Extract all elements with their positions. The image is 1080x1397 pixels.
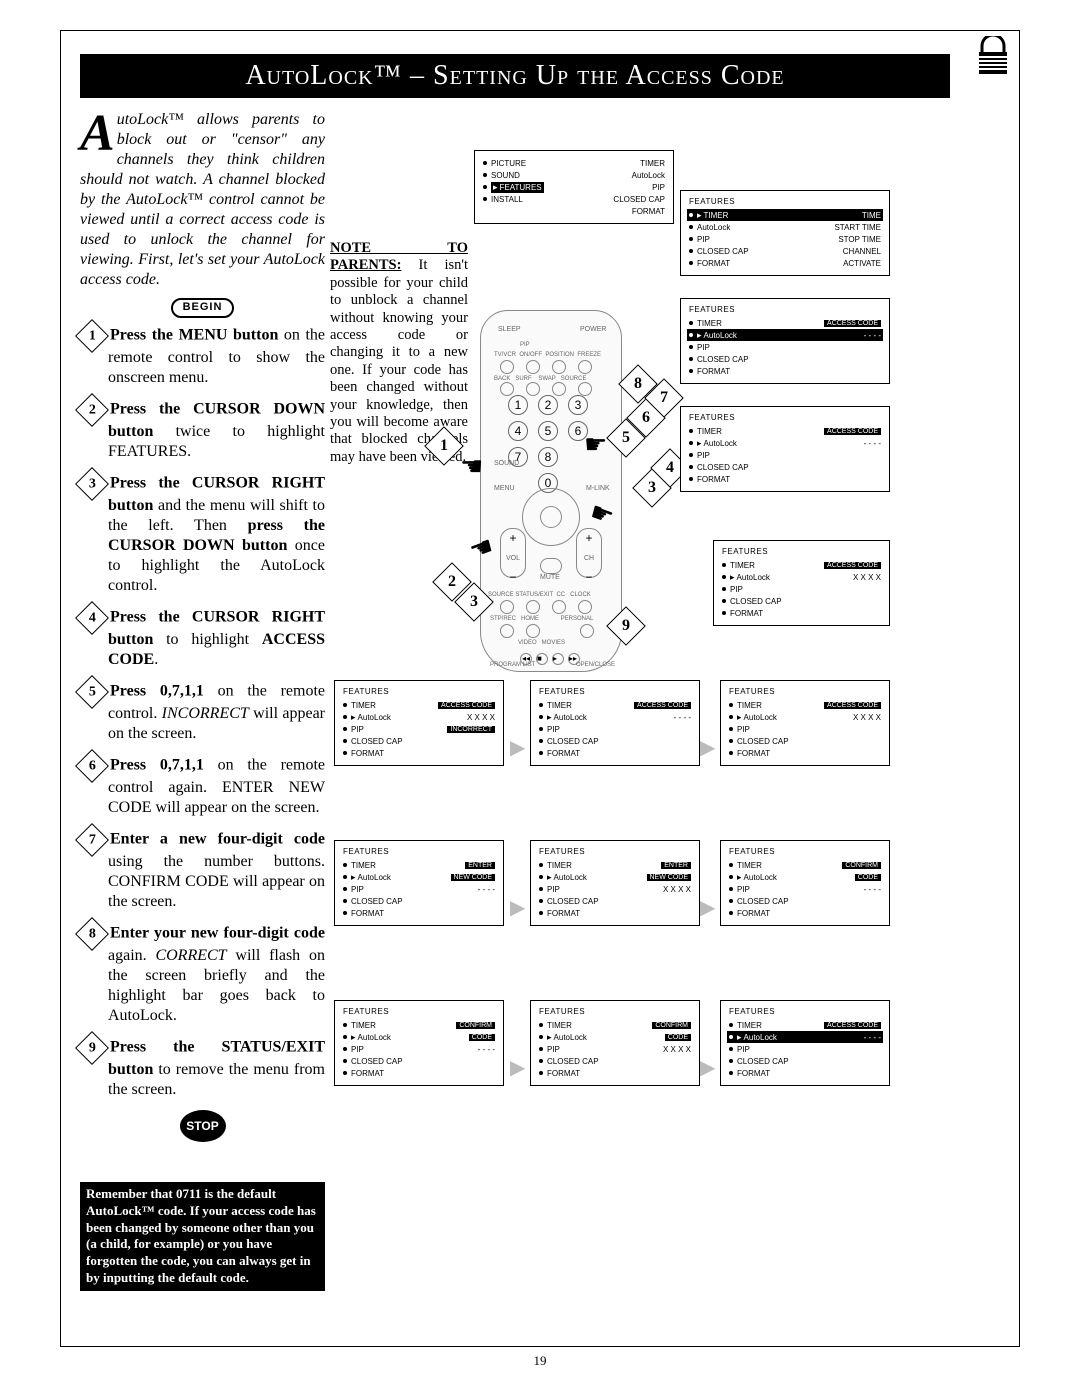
menu-panel-r1-c2: FEATURESTIMERACCESS CODE▸AutoLock- - - -…	[530, 680, 700, 766]
left-column: AutoLock™ allows parents to block out or…	[80, 110, 325, 1291]
step-1: 1Press the MENU button on the remote con…	[80, 324, 325, 388]
menu-panel-r2-c2: FEATURESTIMERENTER▸AutoLockNEW CODEPIPX …	[530, 840, 700, 926]
menu-panel-r1-c1: FEATURESTIMERACCESS CODE▸AutoLockX X X X…	[334, 680, 504, 766]
menu-step1: PICTURETIMERSOUNDAutoLock▸FEATURESPIPINS…	[474, 150, 674, 224]
stop-label: STOP	[80, 1110, 325, 1142]
begin-label: BEGIN	[80, 296, 325, 318]
step-9: 9Press the STATUS/EXIT button to remove …	[80, 1036, 325, 1100]
menu-panel-r2-c3: FEATURESTIMERCONFIRM▸AutoLockCODEPIP- - …	[720, 840, 890, 926]
menu-panel-r1-c3: FEATURESTIMERACCESS CODE▸AutoLockX X X X…	[720, 680, 890, 766]
step-5: 5Press 0,7,1,1 on the remote control. IN…	[80, 680, 325, 744]
menu-panel-r2-c1: FEATURESTIMERENTER▸AutoLockNEW CODEPIP- …	[334, 840, 504, 926]
step-6: 6Press 0,7,1,1 on the remote control aga…	[80, 754, 325, 818]
step-4: 4Press the CURSOR RIGHT button to highli…	[80, 606, 325, 670]
remote-keypad: 123 456 78 0	[502, 390, 594, 496]
title-bar: AutoLock™ – Setting Up the Access Code	[80, 54, 950, 98]
step-3: 3Press the CURSOR RIGHT button and the m…	[80, 472, 325, 596]
dropcap: A	[80, 110, 117, 154]
menu-step4: FEATURESTIMERACCESS CODE▸AutoLock- - - -…	[680, 406, 890, 492]
menu-step3: FEATURESTIMERACCESS CODE▸AutoLock- - - -…	[680, 298, 890, 384]
intro-text: AutoLock™ allows parents to block out or…	[80, 110, 325, 290]
menu-panel-r3-c1: FEATURESTIMERCONFIRM▸AutoLockCODEPIP- - …	[334, 1000, 504, 1086]
menu-panel-r3-c3: FEATURESTIMERACCESS CODE▸AutoLock- - - -…	[720, 1000, 890, 1086]
page-number: 19	[0, 1353, 1080, 1369]
step-8: 8Enter your new four-digit code again. C…	[80, 922, 325, 1026]
step-7: 7Enter a new four-digit code using the n…	[80, 828, 325, 912]
step-2: 2Press the CURSOR DOWN button twice to h…	[80, 398, 325, 462]
menu-step2: FEATURES▸TIMERTIMEAutoLockSTART TIMEPIPS…	[680, 190, 890, 276]
lock-icon	[976, 36, 1010, 85]
menu-panel-r3-c2: FEATURESTIMERCONFIRM▸AutoLockCODEPIPX X …	[530, 1000, 700, 1086]
title-text: AutoLock™ – Setting Up the Access Code	[245, 60, 784, 91]
remember-box: Remember that 0711 is the default AutoLo…	[80, 1182, 325, 1291]
menu-step5: FEATURESTIMERACCESS CODE▸AutoLockX X X X…	[713, 540, 890, 626]
